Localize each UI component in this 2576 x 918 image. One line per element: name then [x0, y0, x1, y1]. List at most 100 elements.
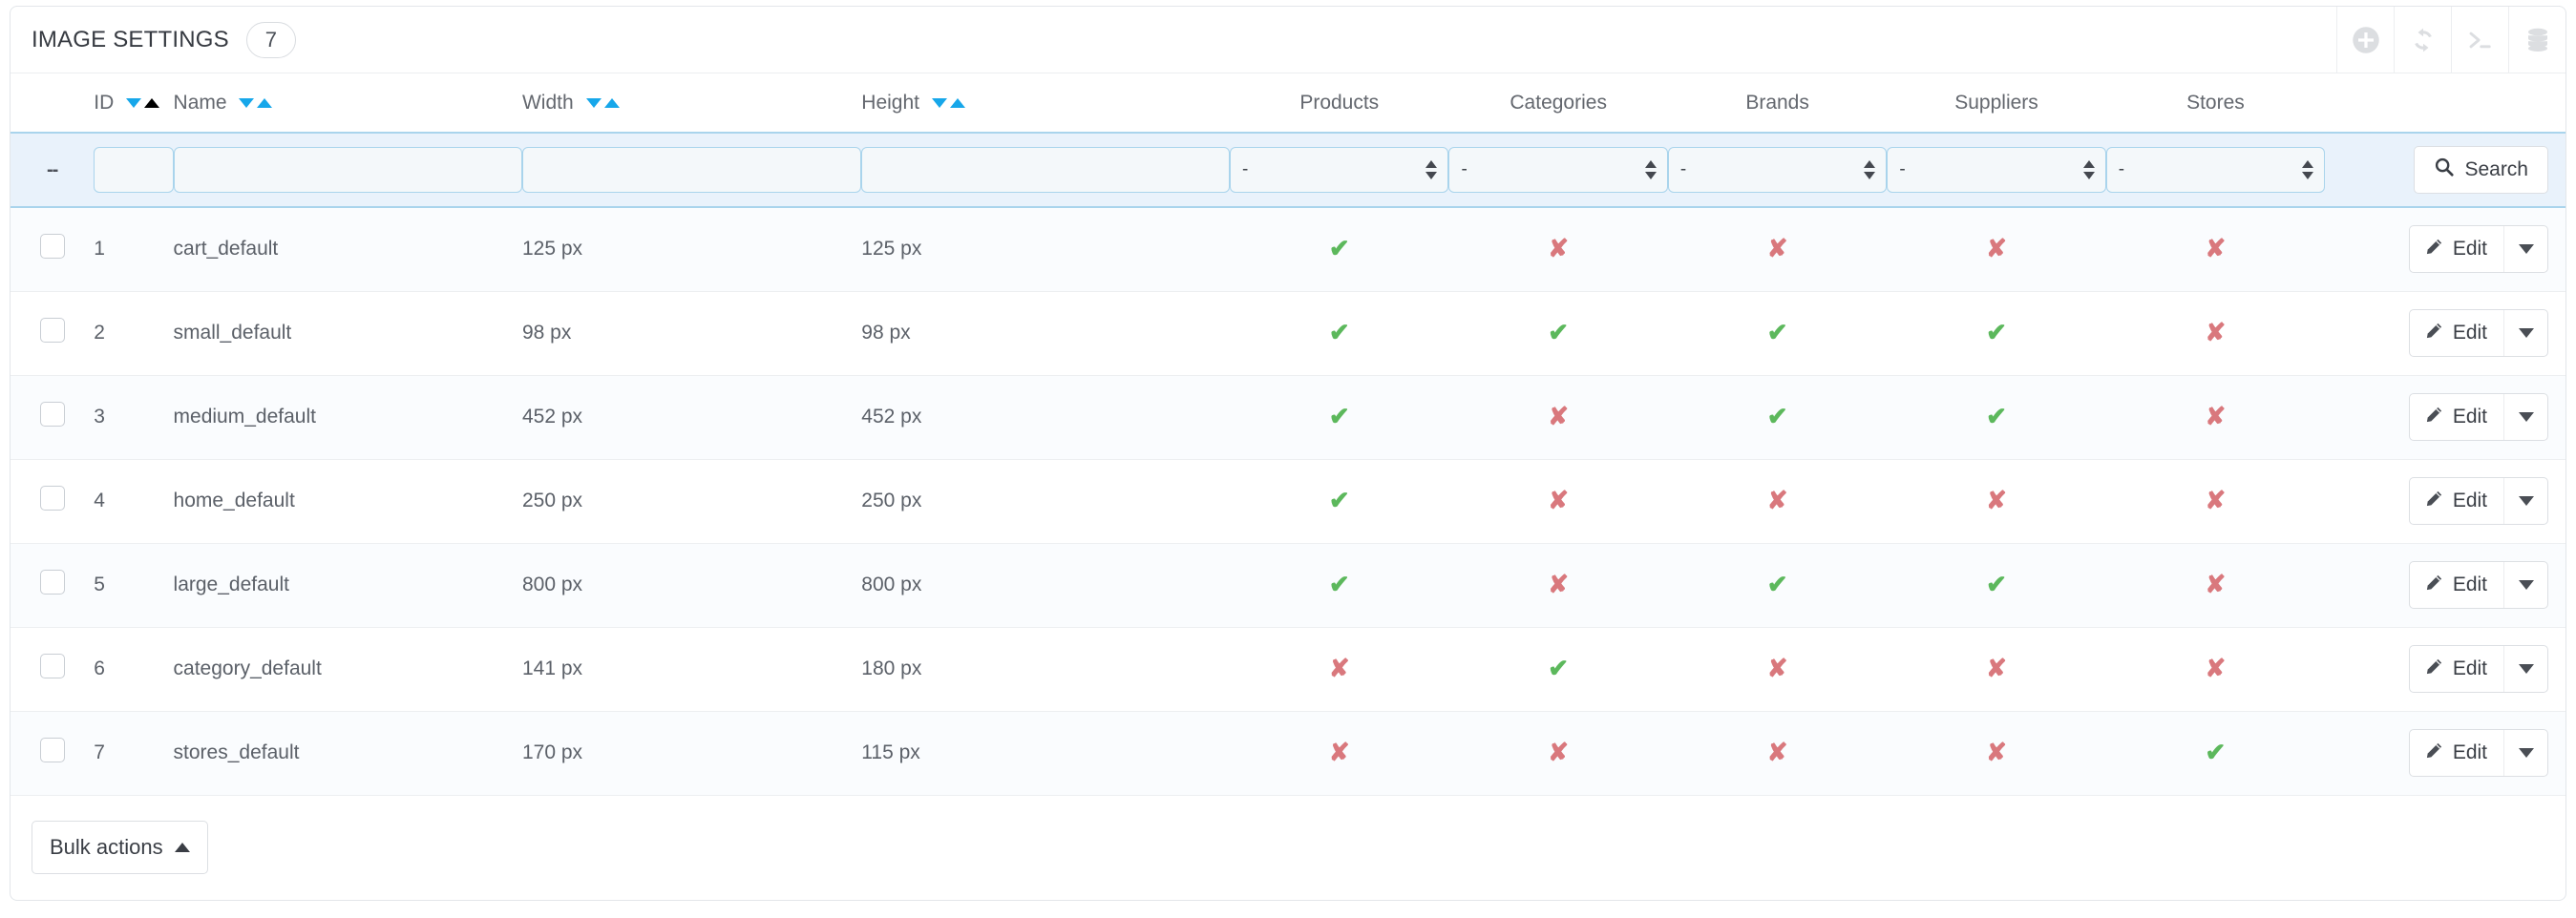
edit-button[interactable]: Edit	[2410, 226, 2503, 272]
column-header-id[interactable]: ID	[94, 73, 173, 133]
column-header-height[interactable]: Height	[861, 73, 1230, 133]
filter-brands-select[interactable]: -	[1668, 147, 1887, 193]
cell-id: 3	[94, 375, 173, 459]
table-row[interactable]: 2small_default98 px98 px✔✔✔✔✘Edit	[11, 291, 2565, 375]
sort-asc-icon[interactable]	[144, 98, 159, 108]
search-button-label: Search	[2464, 158, 2528, 181]
edit-button-group[interactable]: Edit	[2409, 561, 2548, 609]
sort-controls-height[interactable]	[932, 92, 965, 115]
cell-brands: ✘	[1668, 711, 1887, 795]
sort-desc-icon[interactable]	[932, 98, 947, 108]
table-row[interactable]: 6category_default141 px180 px✘✔✘✘✘Edit	[11, 627, 2565, 711]
cell-products: ✘	[1230, 627, 1448, 711]
console-icon[interactable]	[2451, 7, 2508, 73]
cell-stores: ✘	[2106, 543, 2325, 627]
cell-actions: Edit	[2325, 375, 2565, 459]
cell-actions: Edit	[2325, 207, 2565, 291]
row-checkbox[interactable]	[40, 234, 65, 259]
refresh-icon[interactable]	[2394, 7, 2451, 73]
filter-products-value: -	[1242, 159, 1248, 180]
pencil-icon	[2424, 321, 2444, 346]
filter-categories-select[interactable]: -	[1448, 147, 1667, 193]
table-row[interactable]: 3medium_default452 px452 px✔✘✔✔✘Edit	[11, 375, 2565, 459]
sort-controls-name[interactable]	[239, 92, 272, 115]
filter-select-all-placeholder: --	[11, 133, 94, 207]
edit-button-group[interactable]: Edit	[2409, 393, 2548, 441]
edit-button-label: Edit	[2453, 322, 2487, 344]
image-settings-panel: IMAGE SETTINGS 7	[10, 6, 2566, 901]
cell-suppliers: ✔	[1887, 543, 2105, 627]
edit-button[interactable]: Edit	[2410, 562, 2503, 608]
cell-brands: ✔	[1668, 291, 1887, 375]
filter-suppliers-select[interactable]: -	[1887, 147, 2105, 193]
check-icon: ✔	[1548, 318, 1569, 346]
edit-button[interactable]: Edit	[2410, 310, 2503, 356]
column-header-width[interactable]: Width	[522, 73, 861, 133]
sort-desc-icon[interactable]	[239, 98, 254, 108]
filter-height-input[interactable]	[861, 147, 1230, 193]
edit-button[interactable]: Edit	[2410, 478, 2503, 524]
cell-actions: Edit	[2325, 711, 2565, 795]
search-button[interactable]: Search	[2414, 146, 2548, 194]
column-header-width-label: Width	[522, 92, 574, 114]
edit-dropdown-toggle[interactable]	[2503, 226, 2547, 272]
cell-suppliers: ✘	[1887, 207, 2105, 291]
edit-button[interactable]: Edit	[2410, 730, 2503, 776]
edit-dropdown-toggle[interactable]	[2503, 310, 2547, 356]
table-row[interactable]: 7stores_default170 px115 px✘✘✘✘✔Edit	[11, 711, 2565, 795]
edit-button-group[interactable]: Edit	[2409, 309, 2548, 357]
sort-controls-id[interactable]	[126, 92, 159, 115]
filter-id-input[interactable]	[94, 147, 173, 193]
sort-asc-icon[interactable]	[950, 98, 965, 108]
edit-dropdown-toggle[interactable]	[2503, 646, 2547, 692]
edit-button-group[interactable]: Edit	[2409, 225, 2548, 273]
edit-dropdown-toggle[interactable]	[2503, 394, 2547, 440]
cell-id: 5	[94, 543, 173, 627]
cross-icon: ✘	[1767, 234, 1788, 262]
pencil-icon	[2424, 573, 2444, 598]
check-icon: ✔	[1329, 486, 1350, 514]
sort-asc-icon[interactable]	[604, 98, 620, 108]
filter-stores-select[interactable]: -	[2106, 147, 2325, 193]
row-checkbox[interactable]	[40, 570, 65, 595]
row-checkbox[interactable]	[40, 318, 65, 343]
check-icon: ✔	[1986, 318, 2007, 346]
sort-controls-width[interactable]	[586, 92, 620, 115]
cell-height: 250 px	[861, 459, 1230, 543]
edit-dropdown-toggle[interactable]	[2503, 478, 2547, 524]
sort-desc-icon[interactable]	[586, 98, 602, 108]
sort-asc-icon[interactable]	[257, 98, 272, 108]
table-row[interactable]: 5large_default800 px800 px✔✘✔✔✘Edit	[11, 543, 2565, 627]
filter-name-input[interactable]	[174, 147, 522, 193]
add-icon[interactable]	[2336, 7, 2394, 73]
edit-button-group[interactable]: Edit	[2409, 645, 2548, 693]
column-header-name[interactable]: Name	[174, 73, 522, 133]
row-checkbox[interactable]	[40, 738, 65, 762]
cross-icon: ✘	[1986, 738, 2007, 766]
row-checkbox[interactable]	[40, 402, 65, 427]
cell-stores: ✔	[2106, 711, 2325, 795]
row-checkbox[interactable]	[40, 654, 65, 678]
bulk-actions-button[interactable]: Bulk actions	[32, 821, 208, 874]
cross-icon: ✘	[1548, 570, 1569, 598]
cell-height: 98 px	[861, 291, 1230, 375]
sort-desc-icon[interactable]	[126, 98, 141, 108]
table-row[interactable]: 4home_default250 px250 px✔✘✘✘✘Edit	[11, 459, 2565, 543]
edit-button-group[interactable]: Edit	[2409, 477, 2548, 525]
edit-button[interactable]: Edit	[2410, 646, 2503, 692]
cell-name: category_default	[174, 627, 522, 711]
edit-dropdown-toggle[interactable]	[2503, 562, 2547, 608]
edit-button[interactable]: Edit	[2410, 394, 2503, 440]
chevron-down-icon	[2519, 580, 2534, 590]
cell-id: 4	[94, 459, 173, 543]
filter-products-select[interactable]: -	[1230, 147, 1448, 193]
edit-button-group[interactable]: Edit	[2409, 729, 2548, 777]
table-row[interactable]: 1cart_default125 px125 px✔✘✘✘✘Edit	[11, 207, 2565, 291]
edit-dropdown-toggle[interactable]	[2503, 730, 2547, 776]
filter-width-input[interactable]	[522, 147, 861, 193]
row-checkbox[interactable]	[40, 486, 65, 511]
cell-stores: ✘	[2106, 291, 2325, 375]
column-header-categories: Categories	[1448, 73, 1667, 133]
cell-name: medium_default	[174, 375, 522, 459]
database-icon[interactable]	[2508, 7, 2565, 73]
